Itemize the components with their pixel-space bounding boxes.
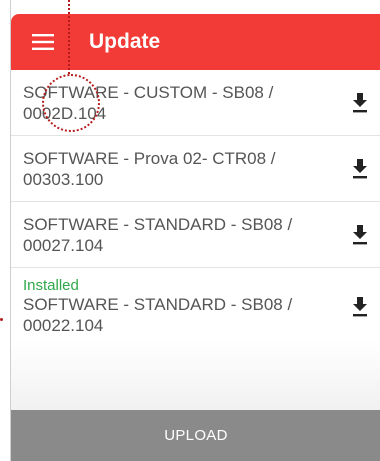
installed-status-label: Installed <box>23 277 79 294</box>
annotation-dot <box>0 318 3 321</box>
download-button[interactable] <box>345 220 375 250</box>
annotation-line <box>68 0 70 74</box>
download-icon <box>353 224 367 244</box>
download-button[interactable] <box>345 292 375 322</box>
list-empty-area <box>11 340 380 410</box>
software-list-item[interactable]: SOFTWARE - Prova 02- CTR08 / 00303.100 <box>11 136 380 202</box>
download-icon <box>353 296 367 316</box>
app-bar: Update <box>11 14 380 70</box>
software-title: SOFTWARE - STANDARD - SB08 / 00022.104 <box>23 295 293 335</box>
annotation-circle <box>42 74 100 132</box>
upload-button[interactable]: UPLOAD <box>11 410 380 461</box>
page-title: Update <box>89 30 161 53</box>
menu-icon <box>32 34 54 50</box>
download-button[interactable] <box>345 154 375 184</box>
menu-button[interactable] <box>21 20 65 64</box>
software-list-item[interactable]: Installed SOFTWARE - STANDARD - SB08 / 0… <box>11 268 380 346</box>
software-title: SOFTWARE - STANDARD - SB08 / 00027.104 <box>23 215 293 255</box>
device-screen: Update SOFTWARE - CUSTOM - SB08 / 0002D.… <box>10 0 380 461</box>
download-icon <box>353 92 367 112</box>
download-icon <box>353 158 367 178</box>
software-list-item[interactable]: SOFTWARE - STANDARD - SB08 / 00027.104 <box>11 202 380 268</box>
download-button[interactable] <box>345 88 375 118</box>
software-title: SOFTWARE - Prova 02- CTR08 / 00303.100 <box>23 149 276 189</box>
